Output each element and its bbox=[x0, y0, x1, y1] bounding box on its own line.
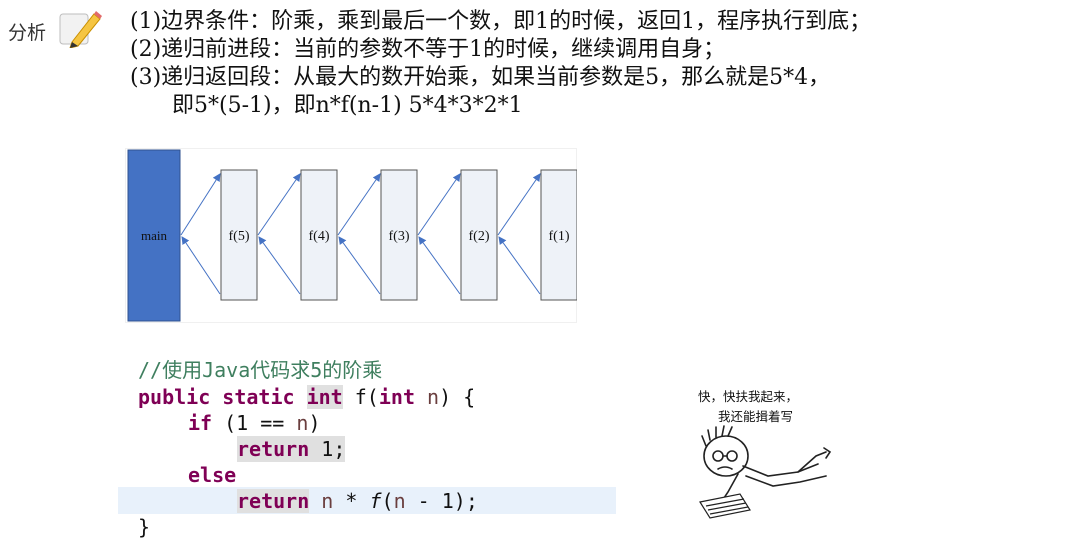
code-text: ) bbox=[308, 411, 321, 435]
code-text: (1 == bbox=[224, 411, 297, 435]
recursion-diagram: main f(5) f(4) f(3) f(2) f(1) bbox=[125, 148, 577, 323]
pencil-icon bbox=[59, 11, 102, 48]
code-keyword: return bbox=[237, 437, 310, 461]
main-label: main bbox=[141, 228, 167, 243]
diagram-frame bbox=[125, 148, 577, 323]
code-text: - 1); bbox=[405, 489, 478, 513]
code-line-6: return n * f(n - 1); bbox=[237, 488, 478, 514]
code-text: } bbox=[138, 515, 151, 539]
badge-label: 分析 bbox=[8, 22, 47, 44]
code-line-5: else bbox=[188, 462, 236, 488]
cartoon-figure-icon bbox=[699, 425, 832, 519]
call-label: f(1) bbox=[549, 229, 570, 244]
code-comment: //使用Java代码求5的阶乘 bbox=[138, 358, 383, 382]
code-text: ) { bbox=[439, 385, 476, 409]
code-keyword: else bbox=[188, 463, 237, 487]
code-text: f( bbox=[354, 385, 379, 409]
code-line-3: if (1 == n) bbox=[188, 410, 320, 436]
code-variable: n bbox=[393, 489, 406, 513]
code-method-call: f bbox=[369, 489, 382, 513]
code-text: 1; bbox=[309, 437, 346, 461]
code-variable: n bbox=[427, 385, 440, 409]
analysis-line-1: (1)边界条件：阶乘，乘到最后一个数，即1的时候，返回1，程序执行到底； bbox=[130, 9, 872, 34]
analysis-text: (1)边界条件：阶乘，乘到最后一个数，即1的时候，返回1，程序执行到底； (2)… bbox=[130, 8, 1075, 120]
code-variable: n bbox=[321, 489, 334, 513]
call-label: f(2) bbox=[469, 229, 490, 244]
code-line-2: public static int f(int n) { bbox=[138, 384, 475, 410]
call-label: f(5) bbox=[229, 229, 250, 244]
cartoon-caption-2: 我还能揖着写 bbox=[718, 409, 794, 424]
analysis-line-2: (2)递归前进段：当前的参数不等于1的时候，继续调用自身； bbox=[130, 37, 726, 62]
code-line-4: return 1; bbox=[237, 436, 346, 462]
cartoon-caption-1: 快，快扶我起来， bbox=[698, 389, 799, 404]
call-label: f(4) bbox=[309, 229, 330, 244]
code-keyword: if bbox=[188, 411, 213, 435]
code-variable: n bbox=[296, 411, 309, 435]
code-keyword: int bbox=[378, 385, 415, 409]
code-keyword-highlighted: int bbox=[306, 385, 343, 409]
code-block: //使用Java代码求5的阶乘 public static int f(int … bbox=[118, 357, 618, 547]
code-keyword: public bbox=[138, 385, 211, 409]
cartoon-meme: 快，快扶我起来， 我还能揖着写 bbox=[688, 384, 838, 524]
code-text: ( bbox=[381, 489, 394, 513]
code-line-1: //使用Java代码求5的阶乘 bbox=[138, 357, 382, 383]
code-keyword: static bbox=[222, 385, 295, 409]
analysis-line-4: 即5*(5-1)，即n*f(n-1) 5*4*3*2*1 bbox=[172, 93, 523, 118]
code-text: * bbox=[333, 489, 370, 513]
call-label: f(3) bbox=[389, 229, 410, 244]
code-keyword: return bbox=[237, 489, 310, 513]
analysis-badge: 分析 bbox=[6, 6, 102, 48]
code-line-7: } bbox=[138, 514, 150, 540]
analysis-line-3: (3)递归返回段：从最大的数开始乘，如果当前参数是5，那么就是5*4， bbox=[130, 65, 831, 90]
